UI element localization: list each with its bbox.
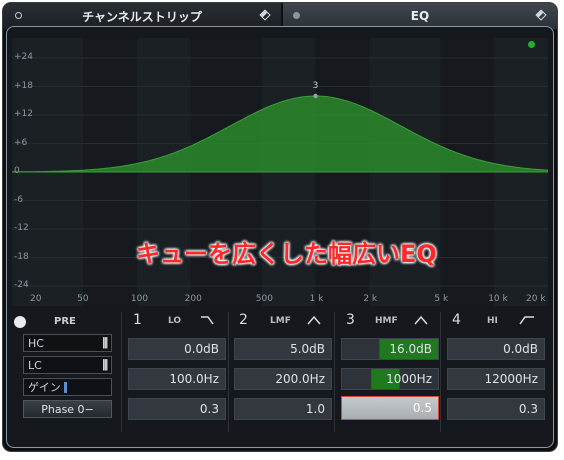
y-axis-tick-label: +18 <box>14 80 33 91</box>
band-2-gain-field[interactable]: 5.0dB <box>234 338 332 360</box>
y-axis-tick-label: -24 <box>14 280 29 290</box>
lc-slope-icon: ⫼ <box>102 358 107 372</box>
x-axis-tick-label: 5 k <box>434 294 449 304</box>
y-axis-tick-label: -12 <box>14 223 29 233</box>
x-axis-tick-label: 1 k <box>309 294 324 304</box>
lc-label: LC <box>28 358 42 372</box>
eq-curve <box>12 95 548 173</box>
band-2-name: LMF <box>270 316 291 326</box>
band-2-number: 2 <box>239 312 248 328</box>
pre-label: PRE <box>54 316 76 327</box>
phase-button[interactable]: Phase 0− <box>23 400 112 418</box>
pre-toggle[interactable] <box>14 316 26 328</box>
band-4-q-field[interactable]: 0.3 <box>447 398 545 420</box>
tab-channel-strip-label: チャンネルストリップ <box>82 9 202 24</box>
x-axis-tick-label: 2 k <box>363 294 378 304</box>
x-axis-tick-label: 10 k <box>488 294 508 304</box>
band-4-name: HI <box>487 316 498 326</box>
band-1-column: 1 LO 0.0dB 100.0Hz 0.3 <box>128 312 226 432</box>
band-2-freq-field[interactable]: 200.0Hz <box>234 368 332 390</box>
peak-icon[interactable] <box>306 314 322 326</box>
preset-diamond-icon[interactable] <box>259 9 271 21</box>
phase-label: Phase 0 <box>41 402 85 416</box>
column-divider <box>440 312 441 432</box>
band-3-handle <box>313 93 318 99</box>
gain-slider-handle[interactable] <box>64 382 67 393</box>
band-3-number: 3 <box>346 312 355 328</box>
lc-button[interactable]: LC ⫼ <box>23 356 112 374</box>
column-divider <box>334 312 335 432</box>
x-axis-tick-label: 20 k <box>526 294 546 304</box>
band-3-column: 3 HMF 16.0dB 1000Hz 0.5 <box>341 312 439 432</box>
tab-dot-icon <box>15 12 22 19</box>
x-axis-tick-label: 500 <box>255 294 273 304</box>
gain-label: ゲイン <box>28 381 61 394</box>
hc-slope-icon: ⫼ <box>102 336 107 350</box>
band-4-number: 4 <box>452 312 461 328</box>
x-axis-tick-label: 100 <box>130 294 149 304</box>
band-3-freq-field[interactable]: 1000Hz <box>341 368 439 390</box>
y-axis-tick-label: +12 <box>14 109 33 119</box>
column-divider <box>121 312 122 432</box>
x-axis-tick-label: 50 <box>77 294 89 304</box>
band-4-freq-field[interactable]: 12000Hz <box>447 368 545 390</box>
x-axis-tick-label: 20 <box>30 294 42 304</box>
band-3-q-field[interactable]: 0.5 <box>341 396 439 420</box>
band-1-q-field[interactable]: 0.3 <box>128 398 226 420</box>
band-1-name: LO <box>168 316 182 326</box>
x-axis-tick-label: 200 <box>184 294 202 304</box>
band-2-column: 2 LMF 5.0dB 200.0Hz 1.0 <box>234 312 332 432</box>
tab-dot-icon <box>293 12 300 19</box>
column-divider <box>228 312 229 432</box>
band-3-name: HMF <box>375 316 398 326</box>
band-4-column: 4 HI 0.0dB 12000Hz 0.3 <box>447 312 545 432</box>
preset-diamond-icon[interactable] <box>535 9 547 21</box>
hc-label: HC <box>28 336 44 350</box>
peak-icon[interactable] <box>413 314 429 326</box>
caption-overlay: キューを広くした幅広いEQ <box>136 240 437 268</box>
phase-suffix: − <box>84 402 94 416</box>
y-axis-tick-label: 0 <box>14 166 20 176</box>
band-1-number: 1 <box>133 312 142 328</box>
band-3-marker-label: 3 <box>313 81 319 91</box>
high-shelf-icon[interactable] <box>519 314 535 326</box>
band-1-gain-field[interactable]: 0.0dB <box>128 338 226 360</box>
band-3-gain-field[interactable]: 16.0dB <box>341 338 439 360</box>
y-axis-tick-label: -6 <box>14 194 23 205</box>
band-1-freq-field[interactable]: 100.0Hz <box>128 368 226 390</box>
tab-eq-label: EQ <box>410 9 430 23</box>
band-4-gain-field[interactable]: 0.0dB <box>447 338 545 360</box>
band-2-q-field[interactable]: 1.0 <box>234 398 332 420</box>
low-shelf-icon[interactable] <box>200 314 216 326</box>
y-axis-tick-label: +24 <box>14 52 33 62</box>
y-axis-tick-label: -18 <box>14 251 29 262</box>
hc-button[interactable]: HC ⫼ <box>23 334 112 352</box>
y-axis-tick-label: +6 <box>14 137 28 148</box>
gain-slider[interactable]: ゲイン <box>23 378 112 396</box>
status-indicator-icon <box>528 41 535 48</box>
